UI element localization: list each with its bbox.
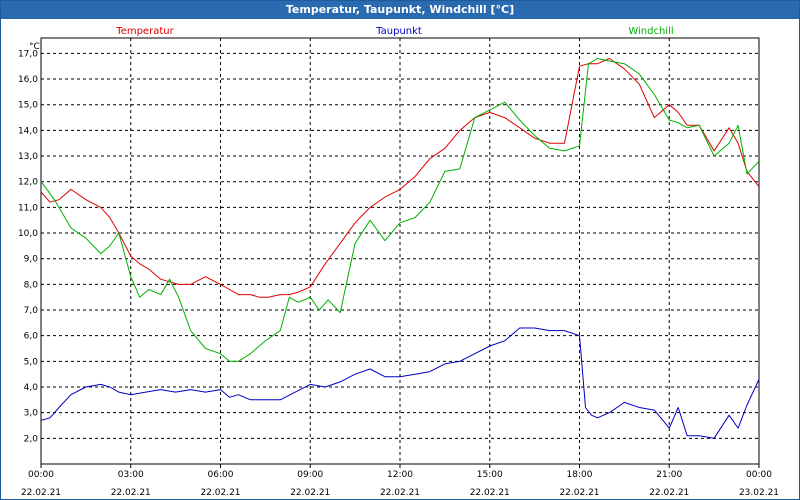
x-tick-date: 22.02.21 (200, 488, 240, 498)
legend-windchill: Windchill (628, 26, 673, 37)
y-tick-label: 11,0 (18, 203, 38, 213)
y-unit-label: °C (29, 42, 40, 52)
x-tick-time: 09:00 (297, 470, 323, 480)
y-axis: 2,0 3,0 4,0 5,0 6,0 7,0 8,0 9,0 10,0 11,0 12,0 13,0… (18, 49, 38, 444)
y-tick-label: 6,0 (24, 332, 39, 342)
legend: Temperatur Taupunkt Windchill (115, 26, 673, 37)
y-tick-label: 12,0 (18, 178, 38, 188)
x-tick-time: 03:00 (118, 470, 144, 480)
x-tick-date: 22.02.21 (649, 488, 689, 498)
grid-lines (41, 38, 759, 464)
x-tick-time: 21:00 (656, 470, 682, 480)
y-tick-label: 16,0 (18, 75, 38, 85)
y-tick-label: 14,0 (18, 126, 38, 136)
x-tick-time: 00:00 (746, 470, 772, 480)
y-tick-label: 10,0 (18, 229, 38, 239)
y-tick-label: 2,0 (24, 434, 39, 444)
y-tick-label: 7,0 (24, 306, 39, 316)
x-tick-date: 23.02.21 (739, 488, 779, 498)
x-tick-date: 22.02.21 (21, 488, 61, 498)
y-tick-label: 5,0 (24, 357, 39, 367)
x-tick-date: 22.02.21 (111, 488, 151, 498)
window-title: Temperatur, Taupunkt, Windchill [°C] (1, 1, 799, 19)
y-tick-label: 4,0 (24, 383, 39, 393)
y-tick-label: 9,0 (24, 255, 39, 265)
x-tick-date: 22.02.21 (470, 488, 510, 498)
x-tick-date: 22.02.21 (559, 488, 599, 498)
x-tick-date: 22.02.21 (380, 488, 420, 498)
y-tick-label: 13,0 (18, 152, 38, 162)
legend-temperatur: Temperatur (115, 26, 174, 37)
x-tick-time: 00:00 (28, 470, 54, 480)
legend-taupunkt: Taupunkt (375, 26, 422, 37)
y-tick-label: 8,0 (24, 280, 39, 290)
x-tick-time: 06:00 (208, 470, 234, 480)
x-tick-time: 18:00 (567, 470, 593, 480)
x-axis: 00:00 22.02.21 03:00 22.02.21 06:00 22.02.21 0… (21, 464, 779, 498)
chart-window: Temperatur, Taupunkt, Windchill [°C] 2,0… (0, 0, 800, 500)
line-chart: 2,0 3,0 4,0 5,0 6,0 7,0 8,0 9,0 10,0 11,0 12,0 13,0… (18, 26, 779, 498)
x-tick-time: 15:00 (477, 470, 503, 480)
y-tick-label: 15,0 (18, 101, 38, 111)
x-tick-time: 12:00 (387, 470, 413, 480)
x-tick-date: 22.02.21 (290, 488, 330, 498)
y-tick-label: 3,0 (24, 409, 39, 419)
